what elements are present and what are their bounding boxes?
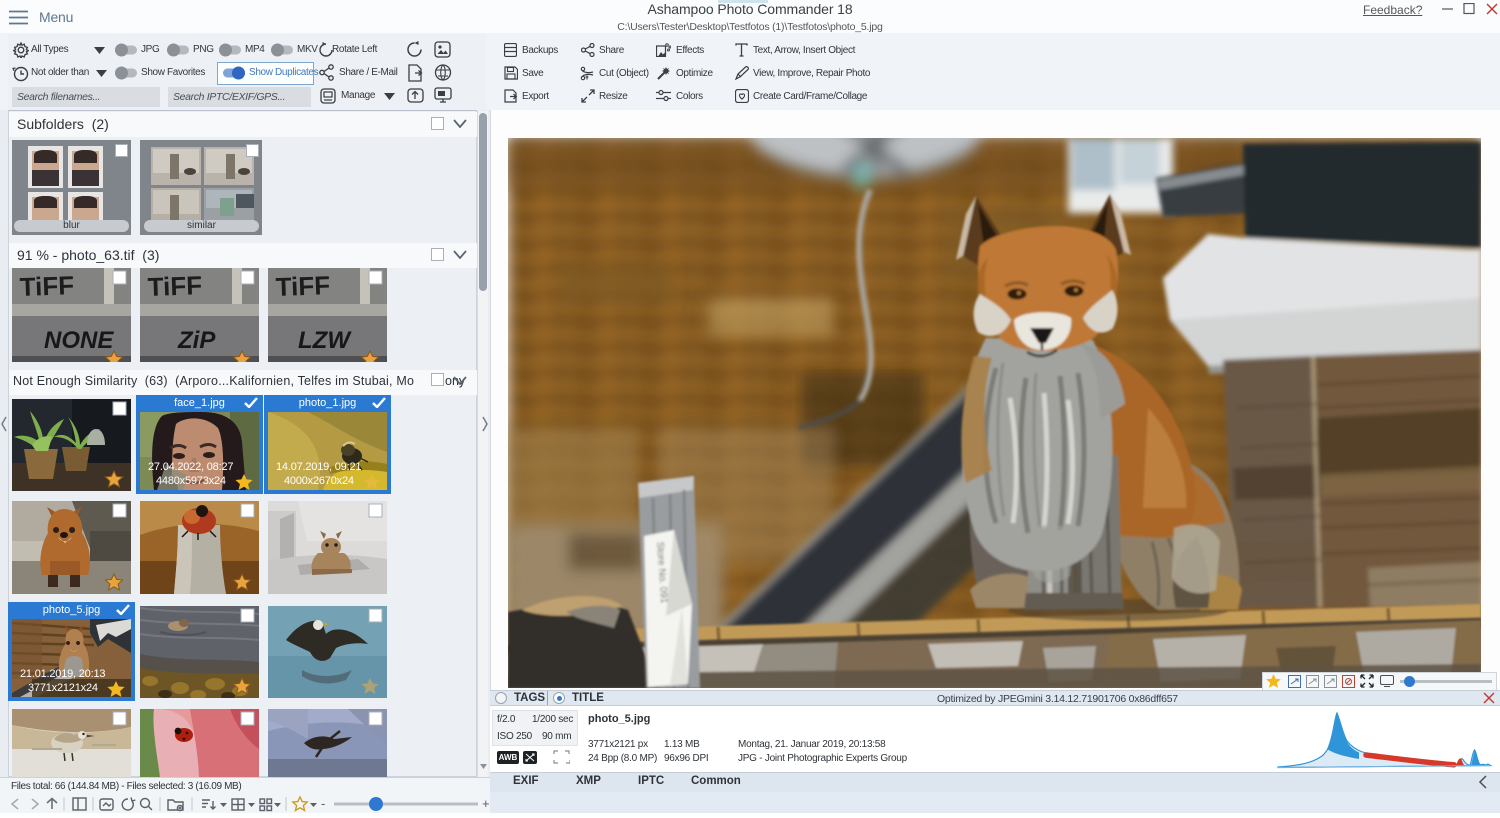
svg-text:ZiP: ZiP: [177, 327, 216, 354]
svg-text:-: -: [321, 796, 325, 811]
svg-text:TiFF: TiFF: [275, 270, 330, 302]
svg-text:21.01.2019, 20:13: 21.01.2019, 20:13: [20, 668, 105, 680]
svg-text:3771x2121x24: 3771x2121x24: [28, 682, 98, 694]
svg-text:4480x5973x24: 4480x5973x24: [156, 475, 226, 487]
svg-text:4000x2670x24: 4000x2670x24: [284, 475, 354, 487]
svg-text:TiFF: TiFF: [147, 270, 202, 302]
svg-text:LZW: LZW: [298, 327, 352, 354]
svg-text:NONE: NONE: [44, 327, 114, 354]
svg-text:14.07.2019, 09:21: 14.07.2019, 09:21: [276, 461, 361, 473]
svg-text:TiFF: TiFF: [19, 270, 74, 302]
svg-text:27.04.2022, 08:27: 27.04.2022, 08:27: [148, 461, 233, 473]
svg-text:+: +: [482, 796, 490, 811]
